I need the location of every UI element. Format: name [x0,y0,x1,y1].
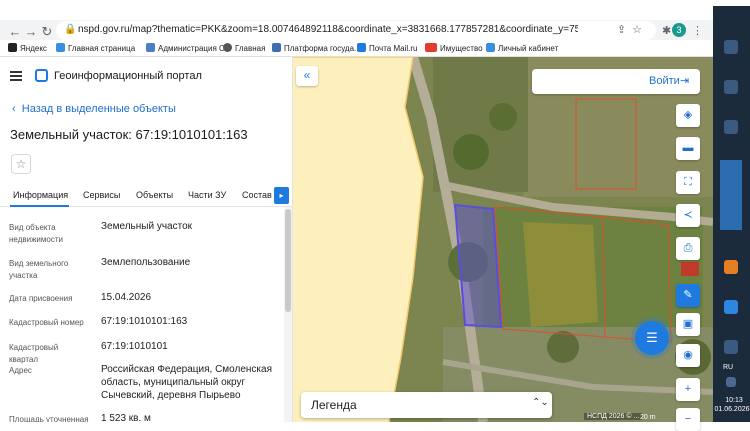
address-text: nspd.gov.ru/map?thematic=PKK&zoom=18.007… [78,24,578,35]
property-label: Адрес [9,366,32,375]
hamburger-menu-icon[interactable] [10,71,22,81]
tab-composition[interactable]: Состав [242,190,272,200]
property-value: Земельный участок [101,221,193,232]
address-bar-actions-icon[interactable]: ⇪☆ [617,23,648,36]
scrollbar-thumb[interactable] [285,209,291,312]
app-icon[interactable] [724,300,738,314]
info-panel: Геоинформационный портал ‹ Назад в выдел… [0,57,293,422]
app-icon[interactable] [724,340,738,354]
property-value: 67:19:1010101 [101,341,168,352]
property-label: Дата присвоения [9,294,73,303]
layers-icon[interactable]: ◈ [676,104,700,127]
mail-icon [357,43,366,52]
login-label: Войти [649,75,680,87]
tab-parts[interactable]: Части ЗУ [188,190,226,200]
lock-icon: 🔒 [64,24,77,35]
property-value: Российская Федерация, Смоленская область… [101,364,272,401]
property-label: Вид земельного участка [9,259,69,280]
profile-avatar[interactable]: 3 [672,23,686,37]
ruler-icon[interactable]: ▬ [676,137,700,160]
map-copyright: НСПД 2026 © ... [584,413,643,420]
chat-list-icon[interactable]: ☰ [635,321,669,355]
login-arrow-icon: ⇥ [680,75,690,87]
site-icon [56,43,65,52]
bookmark-gov-platform[interactable]: Платформа госуда... [272,43,361,53]
tab-bar: Информация Сервисы Объекты Части ЗУ Сост… [0,185,292,207]
card-view-icon[interactable]: ▣ [676,313,700,336]
property-label: Кадастровый квартал [9,343,59,364]
legend-dropdown[interactable]: Легенда ⌃⌄ [301,392,552,418]
property-value: 67:19:1010101:163 [101,316,188,327]
bookmark-property[interactable]: Имущество [425,43,483,53]
site-icon [486,43,495,52]
chevron-updown-icon: ⌃⌄ [532,397,549,408]
property-label: Вид объекта недвижимости [9,223,63,244]
satellite-imagery [293,57,713,422]
bookmark-administration[interactable]: Администрация С... [146,43,231,53]
favorite-star-icon[interactable]: ☆ [11,154,31,174]
draw-tool-icon[interactable]: ✎ [676,284,700,307]
forward-arrow-icon[interactable]: → [24,25,38,39]
app-icon[interactable] [724,80,738,94]
chevron-left-icon: ‹ [12,103,22,115]
app-icon[interactable] [724,260,738,274]
share-icon[interactable]: ≺ [676,204,700,227]
zoom-out-icon[interactable]: − [676,408,700,431]
window-top-strip [0,0,750,20]
map-view[interactable] [293,57,713,422]
site-icon [146,43,155,52]
bookmark-home-page[interactable]: Главная страница [56,43,135,53]
collapse-panel-button[interactable]: « [296,66,318,86]
clock-date[interactable]: 01.06.2026 [714,406,750,413]
property-value: 15.04.2026 [101,292,152,303]
portal-logo-icon [35,69,48,82]
map-scale: 20 m [640,414,656,421]
reload-icon[interactable]: ↻ [40,25,54,39]
zoom-in-icon[interactable]: + [676,378,700,401]
tab-information[interactable]: Информация [13,190,68,200]
site-icon [425,43,437,52]
address-bar[interactable]: 🔒 nspd.gov.ru/map?thematic=PKK&zoom=18.0… [56,21,656,40]
active-tab-indicator [10,205,69,207]
bookmark-personal-account[interactable]: Личный кабинет [486,43,558,53]
back-to-selected-link[interactable]: ‹ Назад в выделенные объекты [12,103,176,115]
legend-label: Легенда [311,398,357,412]
property-label: Площадь уточненная [9,415,89,422]
bookmark-yandex[interactable]: Яндекс [8,43,47,53]
tab-services[interactable]: Сервисы [83,190,120,200]
bookmark-main[interactable]: Главная [223,43,265,53]
print-icon[interactable]: ⎙ [676,237,700,260]
back-arrow-icon[interactable]: ← [8,25,22,39]
parcel-title: Земельный участок: 67:19:1010101:163 [10,127,248,142]
notification-icon[interactable] [726,377,736,387]
select-area-icon[interactable]: ⛶ [676,171,700,194]
app-icon[interactable] [724,40,738,54]
property-value: 1 523 кв. м [101,413,151,422]
property-label: Кадастровый номер [9,318,84,327]
app-icon[interactable] [724,120,738,134]
menu-dots-icon[interactable]: ⋮ [692,24,703,37]
bookmarks-bar: Яндекс Главная страница Администрация С.… [0,40,713,57]
globe-icon [223,43,232,52]
keyboard-language[interactable]: RU [723,364,733,371]
property-value: Землепользование [101,257,191,268]
portal-title: Геоинформационный портал [54,70,202,82]
active-window-tile[interactable] [720,160,742,230]
tab-objects[interactable]: Объекты [136,190,173,200]
extensions-icon[interactable]: ✱ [662,24,671,37]
yandex-icon [8,43,17,52]
emblem-icon [272,43,281,52]
tabs-scroll-right-icon[interactable]: ▸ [274,187,289,204]
bookmark-mail[interactable]: Почта Mail.ru [357,43,417,53]
login-button[interactable]: Войти ⇥ [532,69,700,94]
clock-time[interactable]: 10:13 [719,397,749,404]
location-pin-icon[interactable]: ◉ [676,344,700,367]
